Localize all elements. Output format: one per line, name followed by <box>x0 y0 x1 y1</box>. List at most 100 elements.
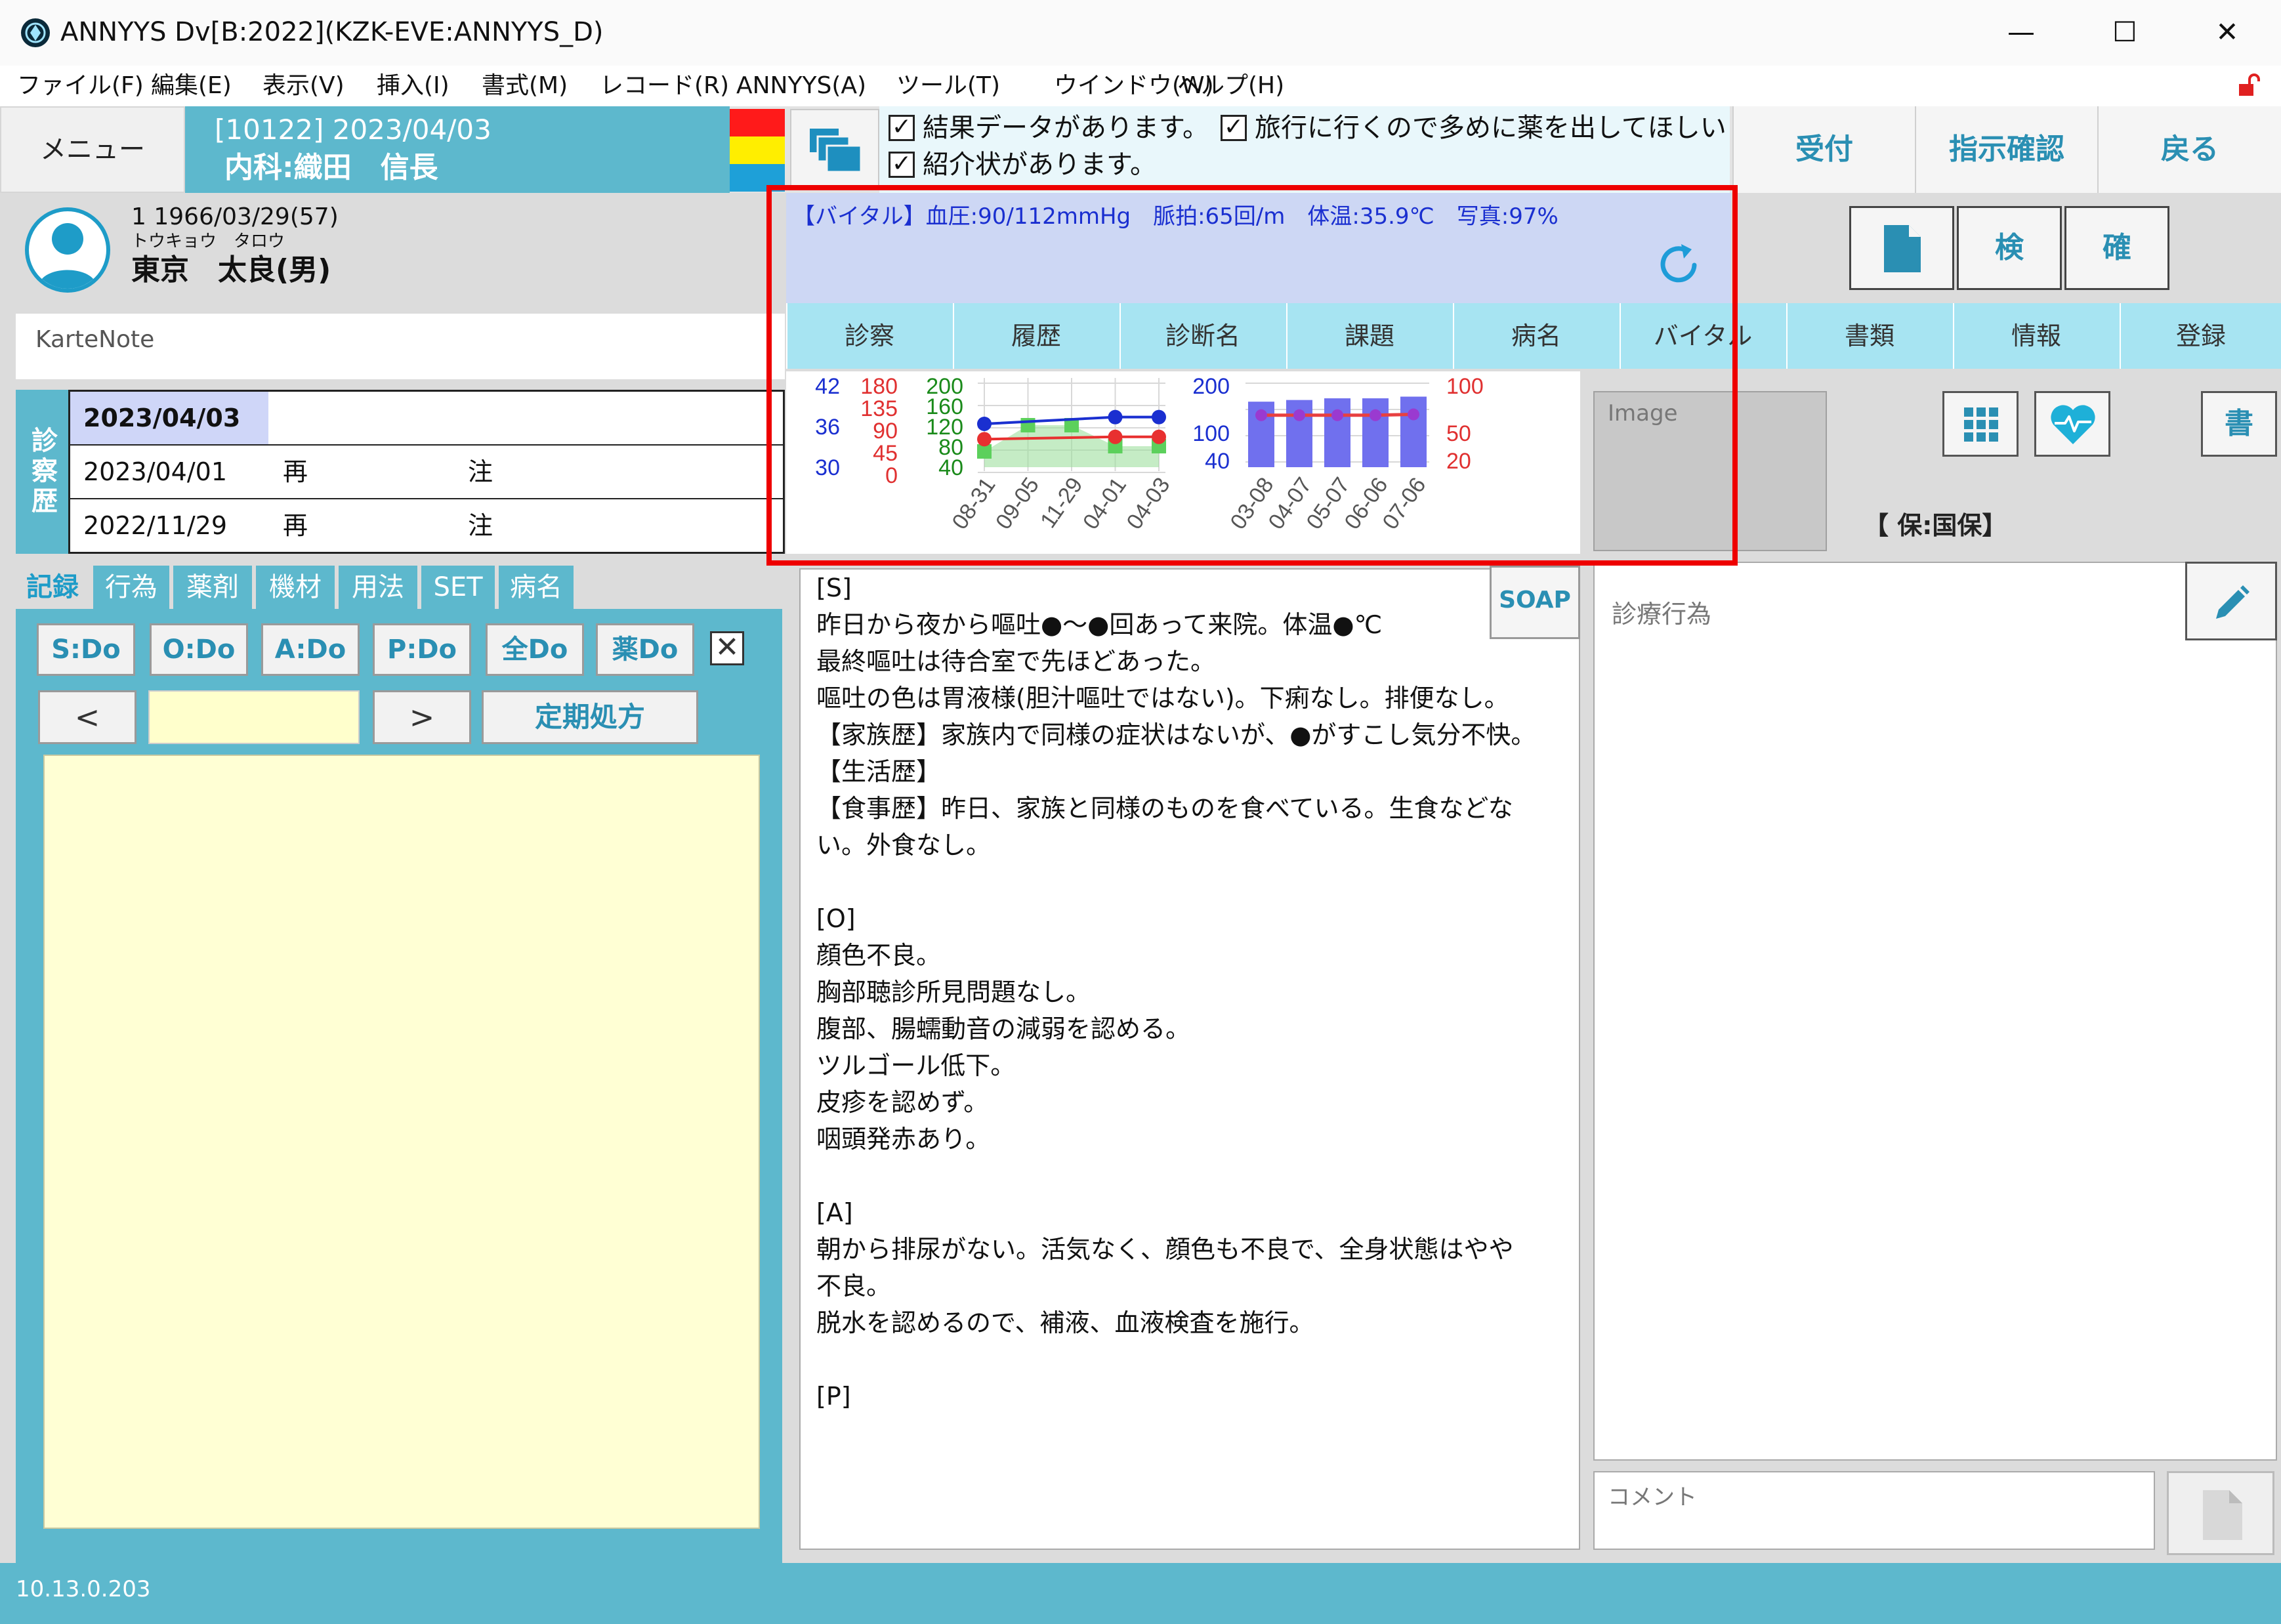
tab-action[interactable]: 行為 <box>93 566 169 609</box>
notice-results-checkbox[interactable]: ✓ <box>889 115 915 141</box>
menu-help[interactable]: ヘルプ(H) <box>1177 66 1284 106</box>
pencil-icon <box>2216 585 2250 619</box>
regular-prescription-button[interactable]: 定期処方 <box>482 690 698 744</box>
test-button[interactable]: 検 <box>1957 206 2062 290</box>
instruction-check-button[interactable]: 指示確認 <box>1915 106 2097 193</box>
maximize-button[interactable]: ☐ <box>2099 12 2151 52</box>
prev-button[interactable]: < <box>38 690 136 744</box>
soap-line: 胸部聴診所見問題なし。 <box>816 978 1091 1007</box>
s-do-button[interactable]: S:Do <box>37 623 135 676</box>
nav-input[interactable] <box>148 690 360 744</box>
visit-header: [10122] 2023/04/03 内科:織田 信長 <box>185 106 730 193</box>
notice-referral-checkbox[interactable]: ✓ <box>889 152 915 178</box>
history-row[interactable]: 2022/11/29 再 注 <box>70 499 783 553</box>
document-icon <box>1884 225 1921 272</box>
unlock-icon[interactable] <box>2236 73 2260 97</box>
menu-bar: ファイル(F) 編集(E) 表示(V) 挿入(I) 書式(M) レコード(R) … <box>0 66 2281 106</box>
soap-line: [A] <box>816 1198 853 1227</box>
tab-info[interactable]: 情報 <box>1953 303 2118 369</box>
notice-travel-checkbox[interactable]: ✓ <box>1221 115 1247 141</box>
soap-line: 皮疹を認めず。 <box>816 1088 989 1117</box>
soap-button[interactable]: SOAP <box>1490 566 1580 639</box>
visit-id-date: [10122] 2023/04/03 <box>215 114 492 146</box>
history-kind: 再 <box>283 457 308 486</box>
highlight-frame <box>766 185 1738 566</box>
history-date: 2023/04/03 <box>83 404 241 432</box>
karte-note-field[interactable]: KarteNote <box>16 314 785 379</box>
heart-icon <box>2051 405 2095 444</box>
history-kind: 再 <box>283 511 308 540</box>
record-memo-area[interactable] <box>43 755 760 1529</box>
confirm-button[interactable]: 確 <box>2064 206 2169 290</box>
tab-record[interactable]: 記録 <box>16 566 89 609</box>
app-logo-icon <box>21 18 50 47</box>
write-button[interactable]: 書 <box>2201 391 2277 457</box>
medical-actions-label: 診療行為 <box>1612 600 1712 629</box>
soap-line: 朝から排尿がない。活気なく、顔色も不良で、全身状態はやや <box>816 1235 1514 1264</box>
soap-line <box>816 1341 1558 1378</box>
menu-tools[interactable]: ツール(T) <box>896 66 1000 106</box>
tab-documents[interactable]: 書類 <box>1786 303 1952 369</box>
soap-line: 【家族歴】家族内で同様の症状はないが、●がすこし気分不快。 <box>816 720 1536 749</box>
history-date: 2022/11/29 <box>83 511 228 540</box>
soap-line: 【生活歴】 <box>816 757 942 786</box>
blank-document-icon <box>2203 1490 2242 1540</box>
menu-file[interactable]: ファイル(F) <box>17 66 144 106</box>
history-row[interactable]: 2023/04/01 再 注 <box>70 446 783 499</box>
soap-line: 不良。 <box>816 1272 892 1301</box>
visit-history-tab[interactable]: 診察歴 <box>16 390 68 554</box>
soap-text[interactable]: [S] 昨日から夜から嘔吐●～●回あって来院。体温●℃ 最終嘔吐は待合室で先ほど… <box>816 570 1558 1415</box>
visit-history-table: 2023/04/03 2023/04/01 再 注 2022/11/29 再 注 <box>68 390 785 554</box>
menu-view[interactable]: 表示(V) <box>262 66 345 106</box>
main-menu-button[interactable]: メニュー <box>0 106 185 193</box>
status-bar: 10.13.0.203 <box>0 1563 2281 1624</box>
reception-button[interactable]: 受付 <box>1732 106 1915 193</box>
tab-set[interactable]: SET <box>421 566 495 609</box>
soap-line: 腹部、腸蠕動音の減弱を認める。 <box>816 1014 1191 1043</box>
soap-line: [S] <box>816 573 852 602</box>
comment-field[interactable]: コメント <box>1593 1471 2155 1550</box>
vital-heart-button[interactable] <box>2034 391 2110 457</box>
flag-yellow <box>730 136 785 164</box>
tab-register[interactable]: 登録 <box>2120 303 2281 369</box>
edit-button[interactable] <box>2185 562 2277 640</box>
next-button[interactable]: > <box>373 690 471 744</box>
menu-record[interactable]: レコード(R) <box>600 66 729 106</box>
notice-area: ✓ 結果データがあります。 ✓ 旅行に行くので多めに薬を出してほしい ✓ 紹介状… <box>879 106 1730 193</box>
close-icon[interactable]: ✕ <box>710 631 744 665</box>
minimize-button[interactable]: — <box>1995 12 2047 52</box>
menu-annyys[interactable]: ANNYYS(A) <box>736 66 866 106</box>
a-do-button[interactable]: A:Do <box>261 623 360 676</box>
soap-line: 最終嘔吐は待合室で先ほどあった。 <box>816 647 1216 676</box>
patient-kana: トウキョウ タロウ <box>131 232 285 251</box>
notice-referral[interactable]: ✓ 紹介状があります。 <box>889 147 1156 182</box>
tab-drug[interactable]: 薬剤 <box>173 566 252 609</box>
close-window-button[interactable]: ✕ <box>2201 12 2253 52</box>
p-do-button[interactable]: P:Do <box>373 623 471 676</box>
soap-line: ツルゴール低下。 <box>816 1051 1016 1080</box>
tab-disease[interactable]: 病名 <box>499 566 574 609</box>
soap-line: い。外食なし。 <box>816 831 992 860</box>
grid-button[interactable] <box>1942 391 2019 457</box>
department-doctor: 内科:織田 信長 <box>224 151 438 184</box>
menu-format[interactable]: 書式(M) <box>482 66 568 106</box>
history-row[interactable]: 2023/04/03 <box>70 392 783 446</box>
attach-document-button[interactable] <box>2167 1471 2274 1555</box>
soap-line: 脱水を認めるので、補液、血液検査を施行。 <box>816 1308 1314 1337</box>
notice-results[interactable]: ✓ 結果データがあります。 <box>889 110 1209 146</box>
tab-usage[interactable]: 用法 <box>339 566 417 609</box>
copy-windows-button[interactable] <box>790 109 879 190</box>
tab-equipment[interactable]: 機材 <box>256 566 335 609</box>
copy-icon <box>810 129 862 173</box>
history-date: 2023/04/01 <box>83 457 228 486</box>
menu-edit[interactable]: 編集(E) <box>151 66 232 106</box>
notice-travel[interactable]: ✓ 旅行に行くので多めに薬を出してほしい <box>1221 110 1726 146</box>
o-do-button[interactable]: O:Do <box>150 623 248 676</box>
soap-line <box>816 1157 1558 1194</box>
menu-insert[interactable]: 挿入(I) <box>377 66 450 106</box>
all-do-button[interactable]: 全Do <box>486 623 584 676</box>
document-button[interactable] <box>1849 206 1954 290</box>
back-button[interactable]: 戻る <box>2097 106 2281 193</box>
medical-actions-box[interactable] <box>1593 562 2277 1461</box>
drug-do-button[interactable]: 薬Do <box>596 623 694 676</box>
